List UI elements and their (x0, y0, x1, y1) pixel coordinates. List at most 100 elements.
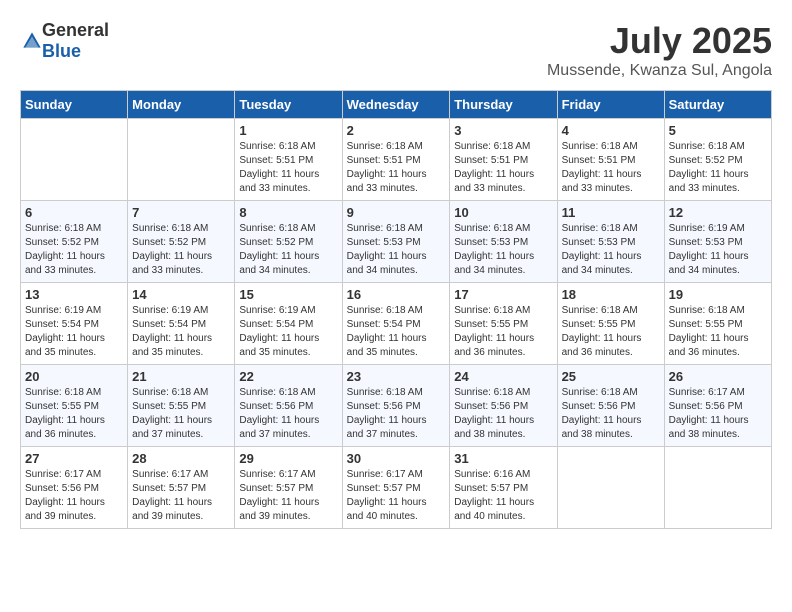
cell-content: Sunrise: 6:19 AMSunset: 5:54 PMDaylight:… (132, 304, 230, 360)
sunrise-text: Sunrise: 6:17 AM (25, 468, 123, 482)
day-number: 24 (454, 369, 552, 384)
daylight-text: Daylight: 11 hours and 34 minutes. (454, 250, 552, 278)
page-header: General Blue July 2025 Mussende, Kwanza … (20, 20, 772, 80)
calendar-cell: 2Sunrise: 6:18 AMSunset: 5:51 PMDaylight… (342, 119, 450, 201)
cell-content: Sunrise: 6:18 AMSunset: 5:55 PMDaylight:… (562, 304, 660, 360)
sunset-text: Sunset: 5:55 PM (562, 318, 660, 332)
sunset-text: Sunset: 5:56 PM (562, 400, 660, 414)
daylight-text: Daylight: 11 hours and 33 minutes. (239, 168, 337, 196)
sunset-text: Sunset: 5:55 PM (132, 400, 230, 414)
weekday-header-cell: Thursday (450, 91, 557, 119)
cell-content: Sunrise: 6:18 AMSunset: 5:51 PMDaylight:… (454, 140, 552, 196)
sunset-text: Sunset: 5:57 PM (239, 482, 337, 496)
sunrise-text: Sunrise: 6:18 AM (454, 386, 552, 400)
sunset-text: Sunset: 5:51 PM (239, 154, 337, 168)
sunrise-text: Sunrise: 6:18 AM (25, 386, 123, 400)
calendar-cell: 22Sunrise: 6:18 AMSunset: 5:56 PMDayligh… (235, 365, 342, 447)
cell-content: Sunrise: 6:18 AMSunset: 5:56 PMDaylight:… (454, 386, 552, 442)
sunrise-text: Sunrise: 6:18 AM (347, 140, 446, 154)
daylight-text: Daylight: 11 hours and 34 minutes. (669, 250, 767, 278)
cell-content: Sunrise: 6:18 AMSunset: 5:56 PMDaylight:… (562, 386, 660, 442)
sunset-text: Sunset: 5:56 PM (239, 400, 337, 414)
daylight-text: Daylight: 11 hours and 39 minutes. (132, 496, 230, 524)
daylight-text: Daylight: 11 hours and 39 minutes. (25, 496, 123, 524)
day-number: 18 (562, 287, 660, 302)
day-number: 19 (669, 287, 767, 302)
calendar-cell: 24 Sunrise: 6:18 AMSunset: 5:56 PMDayligh… (450, 365, 557, 447)
calendar-cell: 29Sunrise: 6:17 AMSunset: 5:57 PMDayligh… (235, 447, 342, 529)
sunrise-text: Sunrise: 6:19 AM (239, 304, 337, 318)
cell-content: Sunrise: 6:18 AMSunset: 5:51 PMDaylight:… (239, 140, 337, 196)
day-number: 11 (562, 205, 660, 220)
sunrise-text: Sunrise: 6:18 AM (454, 140, 552, 154)
sunrise-text: Sunrise: 6:18 AM (132, 386, 230, 400)
calendar-cell: 27 Sunrise: 6:17 AMSunset: 5:56 PMDayligh… (21, 447, 128, 529)
daylight-text: Daylight: 11 hours and 37 minutes. (239, 414, 337, 442)
daylight-text: Daylight: 11 hours and 35 minutes. (132, 332, 230, 360)
calendar-cell: 23Sunrise: 6:18 AMSunset: 5:56 PMDayligh… (342, 365, 450, 447)
calendar-cell: 21Sunrise: 6:18 AMSunset: 5:55 PMDayligh… (128, 365, 235, 447)
cell-content: Sunrise: 6:18 AMSunset: 5:53 PMDaylight:… (347, 222, 446, 278)
day-number: 2 (347, 123, 446, 138)
sunrise-text: Sunrise: 6:18 AM (239, 386, 337, 400)
calendar-body: 1Sunrise: 6:18 AMSunset: 5:51 PMDaylight… (21, 119, 772, 529)
calendar-cell: 15 Sunrise: 6:19 AMSunset: 5:54 PMDayligh… (235, 283, 342, 365)
weekday-header-cell: Saturday (664, 91, 771, 119)
daylight-text: Daylight: 11 hours and 37 minutes. (132, 414, 230, 442)
calendar-cell: 5Sunrise: 6:18 AMSunset: 5:52 PMDaylight… (664, 119, 771, 201)
daylight-text: Daylight: 11 hours and 34 minutes. (562, 250, 660, 278)
day-number: 26 (669, 369, 767, 384)
sunrise-text: Sunrise: 6:17 AM (347, 468, 446, 482)
day-number: 4 (562, 123, 660, 138)
sunset-text: Sunset: 5:57 PM (347, 482, 446, 496)
day-number: 15 (239, 287, 337, 302)
calendar-cell: 7Sunrise: 6:18 AMSunset: 5:52 PMDaylight… (128, 201, 235, 283)
calendar-cell: 28Sunrise: 6:17 AMSunset: 5:57 PMDayligh… (128, 447, 235, 529)
daylight-text: Daylight: 11 hours and 33 minutes. (562, 168, 660, 196)
calendar-cell: 10Sunrise: 6:18 AMSunset: 5:53 PMDayligh… (450, 201, 557, 283)
calendar-week-row: 1Sunrise: 6:18 AMSunset: 5:51 PMDaylight… (21, 119, 772, 201)
day-number: 6 (25, 205, 123, 220)
calendar-cell: 17Sunrise: 6:18 AMSunset: 5:55 PMDayligh… (450, 283, 557, 365)
location-title: Mussende, Kwanza Sul, Angola (547, 62, 772, 80)
calendar-cell (664, 447, 771, 529)
day-number: 27 (25, 451, 123, 466)
sunrise-text: Sunrise: 6:18 AM (239, 222, 337, 236)
cell-content: Sunrise: 6:18 AMSunset: 5:51 PMDaylight:… (562, 140, 660, 196)
daylight-text: Daylight: 11 hours and 33 minutes. (454, 168, 552, 196)
sunset-text: Sunset: 5:55 PM (669, 318, 767, 332)
day-number: 17 (454, 287, 552, 302)
sunrise-text: Sunrise: 6:19 AM (669, 222, 767, 236)
sunset-text: Sunset: 5:53 PM (562, 236, 660, 250)
sunrise-text: Sunrise: 6:18 AM (25, 222, 123, 236)
sunset-text: Sunset: 5:52 PM (132, 236, 230, 250)
daylight-text: Daylight: 11 hours and 38 minutes. (454, 414, 552, 442)
sunrise-text: Sunrise: 6:18 AM (454, 304, 552, 318)
sunset-text: Sunset: 5:54 PM (347, 318, 446, 332)
daylight-text: Daylight: 11 hours and 40 minutes. (454, 496, 552, 524)
sunset-text: Sunset: 5:57 PM (454, 482, 552, 496)
cell-content: Sunrise: 6:18 AMSunset: 5:52 PMDaylight:… (132, 222, 230, 278)
sunset-text: Sunset: 5:56 PM (347, 400, 446, 414)
cell-content: Sunrise: 6:18 AMSunset: 5:55 PMDaylight:… (669, 304, 767, 360)
sunrise-text: Sunrise: 6:18 AM (562, 140, 660, 154)
calendar-cell: 31Sunrise: 6:16 AMSunset: 5:57 PMDayligh… (450, 447, 557, 529)
daylight-text: Daylight: 11 hours and 37 minutes. (347, 414, 446, 442)
sunrise-text: Sunrise: 6:18 AM (669, 304, 767, 318)
calendar-table: SundayMondayTuesdayWednesdayThursdayFrid… (20, 90, 772, 529)
calendar-cell: 1Sunrise: 6:18 AMSunset: 5:51 PMDaylight… (235, 119, 342, 201)
sunrise-text: Sunrise: 6:18 AM (347, 386, 446, 400)
day-number: 14 (132, 287, 230, 302)
calendar-cell (128, 119, 235, 201)
sunset-text: Sunset: 5:56 PM (25, 482, 123, 496)
calendar-cell: 12Sunrise: 6:19 AMSunset: 5:53 PMDayligh… (664, 201, 771, 283)
day-number: 30 (347, 451, 446, 466)
weekday-header-cell: Wednesday (342, 91, 450, 119)
cell-content: Sunrise: 6:18 AMSunset: 5:52 PMDaylight:… (25, 222, 123, 278)
sunrise-text: Sunrise: 6:18 AM (562, 386, 660, 400)
cell-content: Sunrise: 6:18 AMSunset: 5:56 PMDaylight:… (239, 386, 337, 442)
cell-content: Sunrise: 6:19 AMSunset: 5:54 PMDaylight:… (239, 304, 337, 360)
daylight-text: Daylight: 11 hours and 40 minutes. (347, 496, 446, 524)
day-number: 5 (669, 123, 767, 138)
calendar-cell: 30 Sunrise: 6:17 AMSunset: 5:57 PMDayligh… (342, 447, 450, 529)
